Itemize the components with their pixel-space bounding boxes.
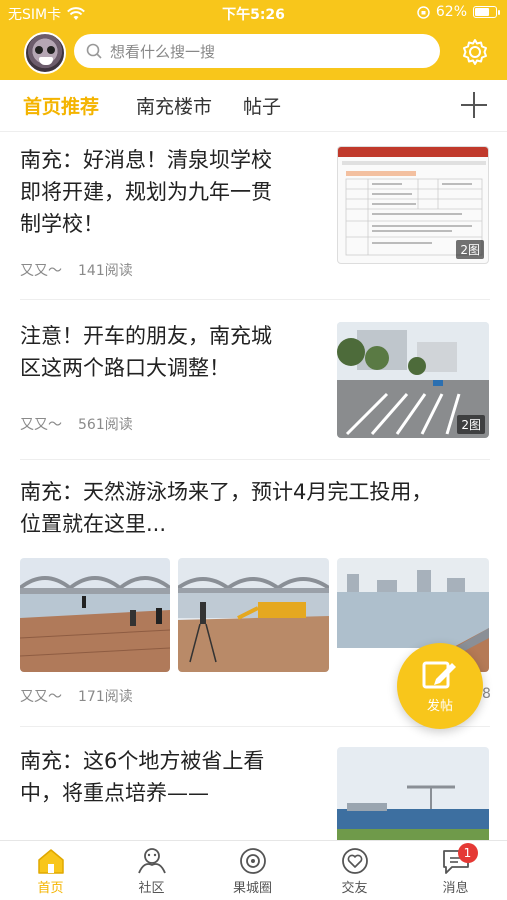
article-title: 南充：这6个地方被省上看 中，将重点培养—— bbox=[20, 749, 265, 805]
read-count: 171阅读 bbox=[78, 689, 133, 705]
circle-icon bbox=[237, 847, 269, 875]
notification-badge: 1 bbox=[457, 843, 478, 863]
nav-community-label: 社区 bbox=[138, 881, 165, 896]
bottom-nav: 首页 社区 果城圈 交友 1 消息 bbox=[0, 840, 507, 900]
search-placeholder: 想看什么搜一搜 bbox=[110, 42, 216, 61]
tab-posts[interactable]: 帖子 bbox=[243, 92, 281, 119]
category-tabs: 首页推荐 南充楼市 帖子 bbox=[0, 80, 507, 132]
article-thumbnail bbox=[178, 558, 329, 672]
image-count-badge: 2图 bbox=[456, 240, 484, 259]
avatar[interactable] bbox=[24, 32, 66, 74]
nav-friends[interactable]: 交友 bbox=[304, 847, 405, 896]
message-icon: 1 bbox=[440, 843, 478, 875]
article-card[interactable]: 南充：这6个地方被省上看 中，将重点培养—— bbox=[0, 727, 507, 840]
article-meta: 又又～ 561阅读 bbox=[20, 414, 133, 434]
read-count: 141阅读 bbox=[78, 263, 133, 279]
article-title: 南充：天然游泳场来了，预计4月完工投用， 位置就在这里... bbox=[20, 480, 433, 536]
article-meta: 又又～ 141阅读 bbox=[20, 260, 133, 280]
nav-community[interactable]: 社区 bbox=[101, 847, 202, 896]
article-title: 南充：好消息！清泉坝学校 即将开建，规划为九年一贯 制学校！ bbox=[20, 148, 272, 236]
community-icon bbox=[136, 847, 168, 875]
status-bar: 无SIM卡 下午5:26 62% bbox=[0, 0, 507, 26]
read-count: 561阅读 bbox=[78, 417, 133, 433]
heart-icon bbox=[339, 847, 371, 875]
tab-home-recommend[interactable]: 首页推荐 bbox=[23, 92, 99, 119]
author-name: 又又～ bbox=[20, 689, 62, 705]
article-card[interactable]: 注意！开车的朋友，南充城 区这两个路口大调整！ 又又～ 561阅读 2图 bbox=[0, 300, 507, 460]
article-thumbnail bbox=[337, 747, 489, 840]
nav-friends-label: 交友 bbox=[341, 881, 368, 896]
home-icon bbox=[35, 847, 67, 875]
article-meta: 又又～ 171阅读 bbox=[20, 686, 133, 706]
image-count-badge: 2图 bbox=[457, 415, 485, 434]
add-tab-button[interactable] bbox=[459, 90, 489, 120]
article-title: 注意！开车的朋友，南充城 区这两个路口大调整！ bbox=[20, 324, 272, 380]
author-name: 又又～ bbox=[20, 263, 62, 279]
nav-messages[interactable]: 1 消息 bbox=[405, 843, 506, 896]
author-name: 又又～ bbox=[20, 417, 62, 433]
header: 想看什么搜一搜 bbox=[0, 26, 507, 80]
nav-home-label: 首页 bbox=[37, 881, 64, 896]
gear-icon[interactable] bbox=[461, 38, 489, 66]
comment-count: 8 bbox=[482, 686, 491, 702]
article-thumbnail: 2图 bbox=[337, 146, 489, 264]
orientation-lock-icon bbox=[417, 5, 430, 19]
article-thumbnail: 2图 bbox=[337, 322, 489, 438]
battery-icon bbox=[473, 6, 500, 18]
tab-nanchong-property[interactable]: 南充楼市 bbox=[136, 92, 212, 119]
nav-circle[interactable]: 果城圈 bbox=[202, 847, 303, 896]
post-button[interactable]: 发帖 bbox=[397, 643, 483, 729]
post-button-label: 发帖 bbox=[426, 698, 453, 714]
search-bar[interactable]: 想看什么搜一搜 bbox=[74, 34, 440, 68]
search-icon bbox=[86, 43, 102, 59]
article-thumbnail bbox=[20, 558, 170, 672]
edit-icon bbox=[422, 661, 456, 688]
nav-messages-label: 消息 bbox=[442, 881, 469, 896]
article-card[interactable]: 南充：好消息！清泉坝学校 即将开建，规划为九年一贯 制学校！ 又又～ 141阅读 bbox=[0, 132, 507, 300]
nav-home[interactable]: 首页 bbox=[0, 847, 101, 896]
top-bar: 无SIM卡 下午5:26 62% 想看什么搜一搜 bbox=[0, 0, 507, 80]
nav-circle-label: 果城圈 bbox=[232, 881, 272, 896]
battery-percent: 62% bbox=[435, 4, 467, 20]
